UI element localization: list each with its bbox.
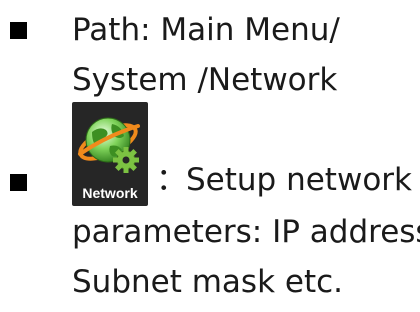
network-icon[interactable]: Network	[72, 102, 148, 206]
setup-line-2: parameters: IP address,	[72, 214, 420, 250]
separator: ：	[156, 162, 187, 198]
network-globe-gear-icon	[78, 117, 140, 173]
setup-line-3: Subnet mask etc.	[72, 264, 344, 300]
path-line-1: Path: Main Menu/	[72, 12, 340, 48]
setup-line-1: Setup network	[186, 162, 412, 198]
path-line-2: System /Network	[72, 62, 338, 98]
bullet-marker	[10, 22, 27, 39]
bullet-marker	[10, 174, 27, 191]
network-icon-label: Network	[82, 185, 138, 201]
